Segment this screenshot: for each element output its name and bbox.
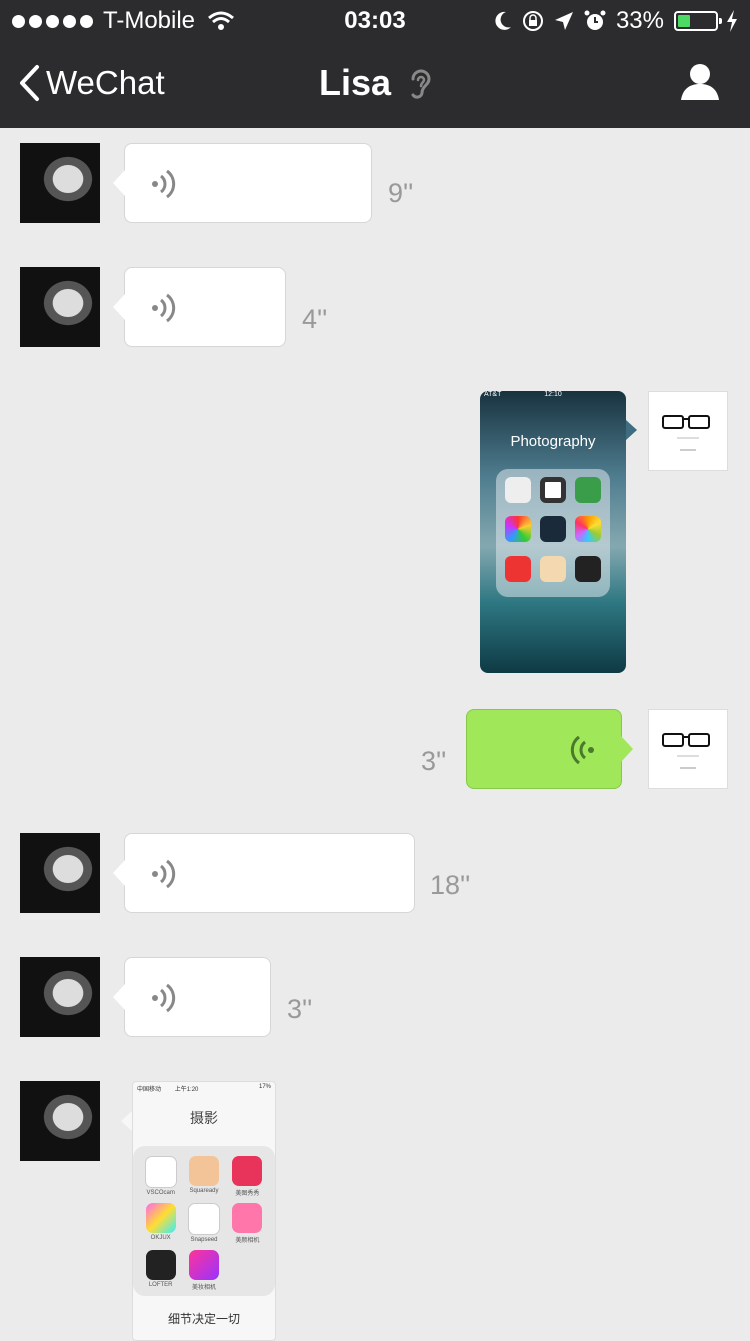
app-tile: 美妆相机 [182,1250,225,1291]
glasses-face-icon [662,415,710,451]
app-tile: Snapseed [182,1203,225,1244]
contact-name: Lisa [318,62,392,103]
battery-icon [674,11,722,31]
contact-avatar[interactable] [20,143,100,223]
ear-icon [411,70,431,100]
alarm-icon [584,10,606,30]
battery-percent: 33% [615,7,664,34]
screenshot-status-bar: AT&T 12:10 [484,391,562,398]
screenshot-status-bar: 中国移动 上午1:20 17% [137,1084,271,1093]
voice-message-bubble[interactable] [113,143,372,223]
app-tile: OKJUX [139,1203,182,1244]
my-avatar[interactable] [648,709,728,789]
app-tile: 美颜相机 [226,1203,269,1244]
voice-message-bubble[interactable] [466,709,633,789]
contact-avatar[interactable] [20,957,100,1037]
chat-title: Lisa [0,62,750,104]
voice-wave-icon [152,983,176,1013]
location-arrow-icon [554,12,573,30]
voice-wave-icon [152,293,176,323]
voice-wave-icon [570,735,594,765]
rotation-lock-icon [522,11,543,31]
profile-icon [681,64,719,100]
screenshot-folder-title: Photography [510,433,596,450]
screenshot-app-folder: VSCOcam Squaready 美图秀秀 OKJUX Snapseed 美颜… [133,1146,275,1296]
contact-avatar[interactable] [20,833,100,913]
chat-area[interactable]: 9'' 4'' AT&T 12:10 Photography 3'' 18'' … [0,128,750,1341]
app-tile: Squaready [182,1156,225,1197]
image-bubble-tail [121,1111,132,1131]
voice-duration: 3'' [287,994,313,1024]
status-bar: T-Mobile 03:03 33% [0,0,750,40]
contact-avatar[interactable] [20,1081,100,1161]
screenshot-app-folder [496,469,610,597]
voice-duration: 3'' [421,746,447,776]
image-message-photography[interactable]: AT&T 12:10 Photography [480,391,626,673]
image-message-photography-cn[interactable]: 中国移动 上午1:20 17% 摄影 VSCOcam Squaready 美图秀… [132,1081,276,1341]
voice-message-bubble[interactable] [113,833,415,913]
screenshot-caption: 细节决定一切 [167,1312,240,1326]
voice-duration: 4'' [302,304,328,334]
my-avatar[interactable] [648,391,728,471]
top-bar: T-Mobile 03:03 33% WeChat Lisa [0,0,750,128]
profile-button[interactable] [680,62,720,107]
moon-icon [495,11,511,30]
voice-wave-icon [152,169,176,199]
nav-bar: WeChat Lisa [0,40,750,128]
app-tile: LOFTER [139,1250,182,1291]
glasses-face-icon [662,733,710,769]
voice-message-bubble[interactable] [113,957,271,1037]
contact-avatar[interactable] [20,267,100,347]
app-tile: VSCOcam [139,1156,182,1197]
charging-bolt-icon [727,10,737,32]
voice-message-bubble[interactable] [113,267,286,347]
voice-duration: 9'' [388,178,414,208]
app-tile: 美图秀秀 [226,1156,269,1197]
voice-duration: 18'' [430,870,471,900]
image-bubble-tail [626,420,637,440]
voice-wave-icon [152,859,176,889]
screenshot-folder-title: 摄影 [190,1110,218,1126]
